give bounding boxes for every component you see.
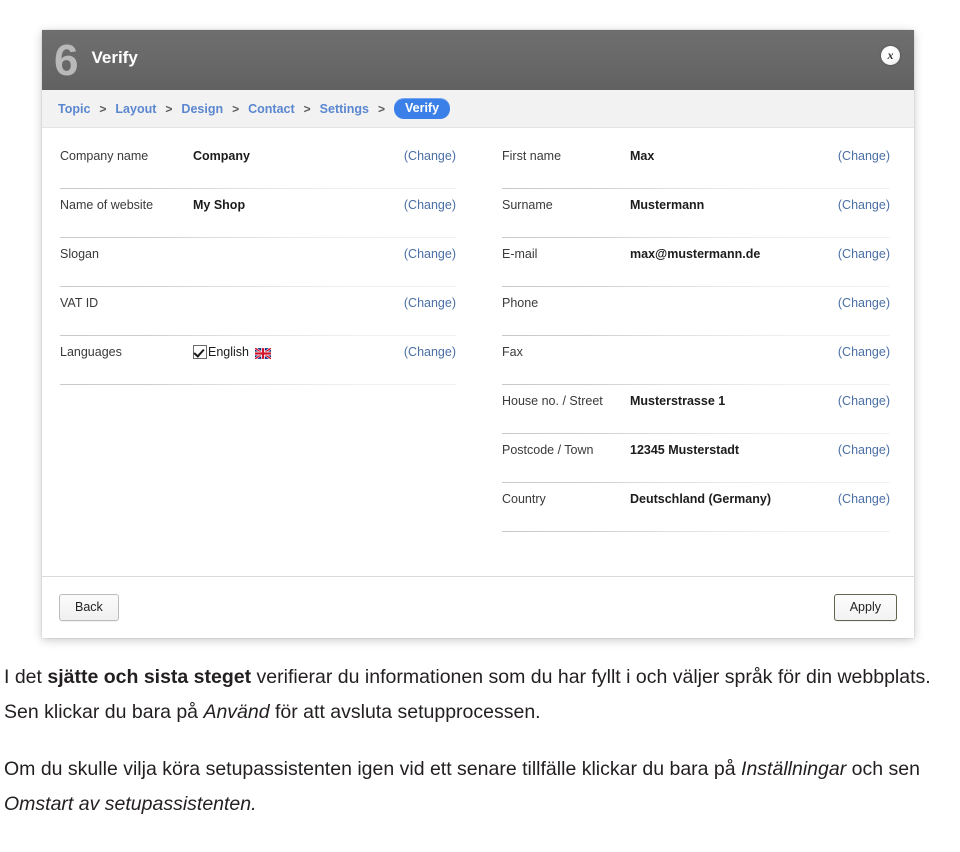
field-label: House no. / Street [502, 394, 603, 408]
field-value: Mustermann [630, 198, 705, 212]
caption-p1-italic: Använd [203, 701, 270, 723]
field-label: Slogan [60, 247, 99, 261]
field-row: Company name Company (Change) [60, 140, 456, 189]
change-link[interactable]: (Change) [838, 296, 890, 311]
field-label: Company name [60, 149, 149, 163]
field-label: Languages [60, 345, 122, 359]
change-link[interactable]: (Change) [838, 492, 890, 507]
change-link[interactable]: (Change) [838, 149, 890, 164]
field-value: max@mustermann.de [630, 247, 761, 261]
change-link[interactable]: (Change) [404, 198, 456, 213]
change-link[interactable]: (Change) [404, 345, 456, 360]
change-link[interactable]: (Change) [838, 394, 890, 409]
field-value: Company [193, 149, 250, 163]
caption-p2-part-a: Om du skulle vilja köra setupassistenten… [4, 758, 742, 780]
caption-paragraph-2: Om du skulle vilja köra setupassistenten… [4, 752, 956, 822]
caption-p1-part-a: I det [4, 666, 48, 688]
field-row: VAT ID (Change) [60, 287, 456, 336]
field-row: E-mail max@mustermann.de (Change) [502, 238, 890, 287]
change-link[interactable]: (Change) [838, 247, 890, 262]
apply-button[interactable]: Apply [833, 594, 897, 621]
breadcrumb-separator: > [303, 101, 311, 116]
field-label: VAT ID [60, 296, 99, 310]
field-value: Max [630, 149, 655, 163]
caption-paragraph-1: I det sjätte och sista steget verifierar… [4, 660, 956, 730]
field-label: Fax [502, 345, 523, 359]
field-row: Surname Mustermann (Change) [502, 189, 890, 238]
field-row: Postcode / Town 12345 Musterstadt (Change) [502, 434, 890, 483]
caption-p2-italic-2: Omstart av setupassistenten. [4, 793, 257, 815]
breadcrumb-separator: > [232, 101, 240, 116]
change-link[interactable]: (Change) [404, 247, 456, 262]
back-button[interactable]: Back [59, 594, 119, 621]
setup-wizard-dialog: 6 Verify x Topic > Layout > Design > Contact > S… [42, 30, 914, 638]
right-field-column: First name Max (Change) Surname Mustermann (C… [478, 140, 904, 576]
breadcrumb-item-settings[interactable]: Settings [320, 102, 369, 116]
caption-text: I det sjätte och sista steget verifierar… [0, 660, 960, 832]
language-checkbox-english[interactable] [193, 345, 207, 359]
field-label: First name [502, 149, 562, 163]
breadcrumb-separator: > [377, 101, 385, 116]
breadcrumb-item-design[interactable]: Design [181, 102, 223, 116]
breadcrumb-item-layout[interactable]: Layout [115, 102, 156, 116]
field-label: E-mail [502, 247, 538, 261]
field-label: Postcode / Town [502, 443, 594, 457]
field-value: Deutschland (Germany) [630, 492, 772, 506]
field-value: Musterstrasse 1 [630, 394, 726, 408]
change-link[interactable]: (Change) [838, 198, 890, 213]
field-row: Fax (Change) [502, 336, 890, 385]
field-row: Phone (Change) [502, 287, 890, 336]
field-row: Languages English (Change) [60, 336, 456, 385]
field-row: Name of website My Shop (Change) [60, 189, 456, 238]
caption-p2-italic-1: Inställningar [741, 758, 847, 780]
breadcrumb-item-verify[interactable]: Verify [394, 98, 451, 119]
field-label: Phone [502, 296, 539, 310]
language-name: English [208, 345, 249, 359]
field-value: My Shop [193, 198, 246, 212]
left-field-column: Company name Company (Change) Name of websi… [52, 140, 478, 576]
field-row: Country Deutschland (Germany) (Change) [502, 483, 890, 532]
field-label: Country [502, 492, 546, 506]
dialog-title: Verify [91, 48, 138, 67]
dialog-footer: Back Apply [42, 576, 914, 638]
breadcrumb-item-topic[interactable]: Topic [58, 102, 90, 116]
breadcrumb-item-contact[interactable]: Contact [248, 102, 295, 116]
change-link[interactable]: (Change) [404, 296, 456, 311]
caption-p1-bold: sjätte och sista steget [47, 666, 252, 688]
field-row: Slogan (Change) [60, 238, 456, 287]
uk-flag-icon [255, 347, 271, 359]
step-number: 6 [54, 36, 79, 85]
change-link[interactable]: (Change) [838, 443, 890, 458]
dialog-header: 6 Verify x [42, 30, 914, 90]
breadcrumb-separator: > [99, 101, 107, 116]
caption-p2-part-b: och sen [846, 758, 920, 780]
caption-p1-part-c: för att avsluta setupprocessen. [269, 701, 541, 723]
dialog-body: Company name Company (Change) Name of websi… [42, 128, 914, 576]
close-icon[interactable]: x [881, 46, 900, 65]
field-label: Surname [502, 198, 553, 212]
language-selection: English [193, 345, 404, 359]
change-link[interactable]: (Change) [404, 149, 456, 164]
breadcrumb-separator: > [165, 101, 173, 116]
field-row: House no. / Street Musterstrasse 1 (Change… [502, 385, 890, 434]
field-label: Name of website [60, 198, 154, 212]
field-value: 12345 Musterstadt [630, 443, 740, 457]
field-row: First name Max (Change) [502, 140, 890, 189]
breadcrumb: Topic > Layout > Design > Contact > Settings > Ver… [42, 90, 914, 128]
change-link[interactable]: (Change) [838, 345, 890, 360]
